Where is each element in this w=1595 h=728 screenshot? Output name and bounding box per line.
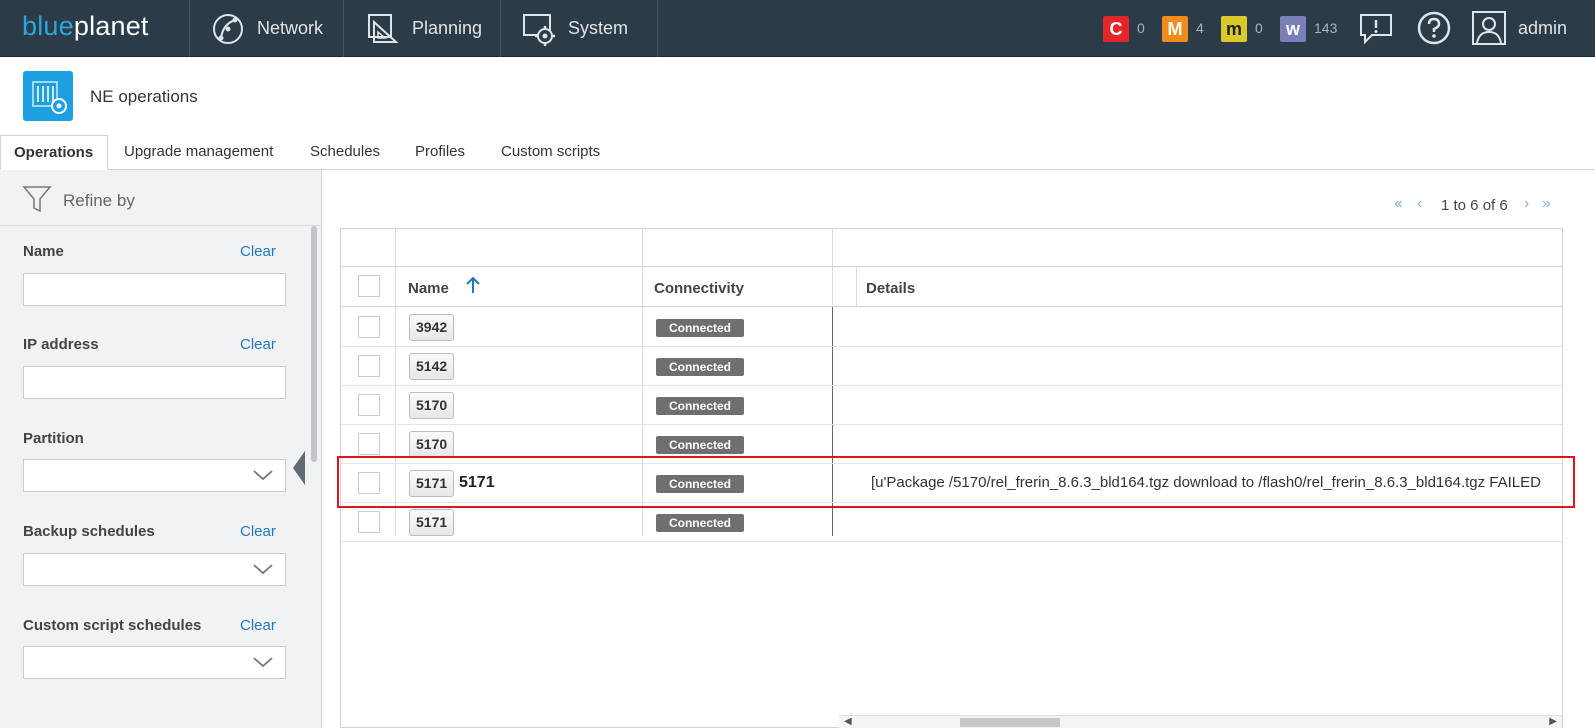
first-page-icon[interactable]: « — [1394, 195, 1403, 213]
warning-alarm-count: 143 — [1314, 20, 1338, 36]
nav-planning[interactable]: Planning — [343, 0, 500, 57]
table-row[interactable]: 5142 Connected — [341, 347, 1562, 386]
connectivity-status-badge: Connected — [656, 319, 744, 337]
page-title: NE operations — [90, 87, 198, 106]
clear-name-link[interactable]: Clear — [240, 243, 276, 260]
table-row[interactable]: 5171 Connected — [341, 503, 1562, 542]
filter-funnel-icon — [22, 186, 52, 213]
previous-page-icon[interactable]: ‹ — [1417, 195, 1422, 213]
tab-schedules[interactable]: Schedules — [297, 135, 393, 170]
nav-divider — [657, 0, 658, 57]
custom-script-schedules-select[interactable] — [23, 646, 286, 679]
connectivity-status-badge: Connected — [656, 436, 744, 454]
connectivity-status-badge: Connected — [656, 514, 744, 532]
row-checkbox[interactable] — [358, 433, 380, 455]
critical-alarm-badge[interactable]: C — [1103, 16, 1129, 42]
tab-operations[interactable]: Operations — [0, 135, 108, 170]
connectivity-status-badge: Connected — [656, 397, 744, 415]
top-navigation-bar: blueplanet Network Planning System C 0 M… — [0, 0, 1595, 57]
last-page-icon[interactable]: » — [1542, 195, 1551, 213]
filter-custom-script-schedules-label: Custom script schedules — [23, 617, 202, 634]
nav-network[interactable]: Network — [189, 0, 343, 57]
tab-profiles[interactable]: Profiles — [402, 135, 478, 170]
refine-header: Refine by — [0, 170, 321, 226]
grid-group-header — [341, 229, 1562, 267]
clear-ip-address-link[interactable]: Clear — [240, 336, 276, 353]
select-all-checkbox[interactable] — [358, 275, 380, 297]
sort-ascending-icon[interactable] — [465, 276, 481, 294]
column-header-name[interactable]: Name — [408, 280, 449, 297]
device-type-chip: 3942 — [409, 314, 455, 341]
user-avatar-icon[interactable] — [1472, 11, 1506, 45]
highlighted-row-annotation — [337, 456, 1575, 508]
network-icon — [213, 13, 243, 44]
row-checkbox[interactable] — [358, 316, 380, 338]
nav-network-label: Network — [257, 18, 324, 38]
feedback-icon[interactable] — [1358, 12, 1394, 46]
clear-custom-script-schedules-link[interactable]: Clear — [240, 617, 276, 634]
table-row[interactable]: 3942 Connected — [341, 308, 1562, 347]
row-checkbox[interactable] — [358, 355, 380, 377]
chevron-down-icon — [253, 470, 273, 481]
ip-address-filter-input[interactable] — [23, 366, 286, 399]
name-filter-input[interactable] — [23, 273, 286, 306]
clear-backup-schedules-link[interactable]: Clear — [240, 523, 276, 540]
user-name[interactable]: admin — [1518, 18, 1567, 39]
system-gear-icon — [523, 13, 555, 46]
sidebar-scrollbar[interactable] — [311, 226, 317, 462]
device-type-chip: 5171 — [409, 509, 455, 536]
column-header-details[interactable]: Details — [866, 280, 915, 297]
chevron-down-icon — [253, 657, 273, 668]
filter-ip-address-label: IP address — [23, 336, 99, 353]
nav-system[interactable]: System — [500, 0, 658, 57]
table-row[interactable]: 5170 Connected — [341, 386, 1562, 425]
scroll-left-icon[interactable]: ◀ — [844, 716, 852, 727]
backup-schedules-select[interactable] — [23, 553, 286, 586]
row-checkbox[interactable] — [358, 511, 380, 533]
device-type-chip: 5170 — [409, 431, 455, 458]
critical-alarm-count: 0 — [1137, 20, 1145, 36]
tab-upgrade-management[interactable]: Upgrade management — [111, 135, 286, 170]
refine-sidebar: Refine by Name Clear IP address Clear Pa… — [0, 170, 322, 728]
filter-backup-schedules-label: Backup schedules — [23, 523, 155, 540]
warning-alarm-badge[interactable]: w — [1280, 16, 1306, 42]
grid-horizontal-scrollbar[interactable]: ◀ ▶ — [839, 715, 1562, 728]
scrollbar-thumb[interactable] — [960, 718, 1060, 727]
filter-name-label: Name — [23, 243, 64, 260]
major-alarm-count: 4 — [1196, 20, 1204, 36]
minor-alarm-badge[interactable]: m — [1221, 16, 1247, 42]
device-type-chip: 5142 — [409, 353, 455, 380]
pagination-text: 1 to 6 of 6 — [1441, 197, 1508, 214]
help-icon[interactable] — [1416, 10, 1452, 46]
tab-custom-scripts[interactable]: Custom scripts — [488, 135, 613, 170]
filter-partition-label: Partition — [23, 430, 84, 447]
row-checkbox[interactable] — [358, 394, 380, 416]
collapse-sidebar-arrow[interactable] — [293, 451, 305, 485]
blueplanet-logo[interactable]: blueplanet — [22, 11, 149, 42]
grid-column-header: Name Connectivity Details — [341, 267, 1562, 307]
ne-operations-app-icon — [23, 71, 73, 121]
column-header-connectivity[interactable]: Connectivity — [654, 280, 744, 297]
scroll-right-icon[interactable]: ▶ — [1549, 716, 1557, 727]
refine-by-label: Refine by — [63, 191, 135, 210]
major-alarm-badge[interactable]: M — [1162, 16, 1188, 42]
nav-system-label: System — [568, 18, 629, 38]
minor-alarm-count: 0 — [1255, 20, 1263, 36]
device-type-chip: 5170 — [409, 392, 455, 419]
nav-planning-label: Planning — [412, 18, 483, 38]
next-page-icon[interactable]: › — [1524, 195, 1529, 213]
chevron-down-icon — [253, 564, 273, 575]
tab-bar: Operations Upgrade management Schedules … — [0, 135, 1595, 170]
planning-icon — [368, 13, 399, 43]
partition-select[interactable] — [23, 459, 286, 492]
connectivity-status-badge: Connected — [656, 358, 744, 376]
